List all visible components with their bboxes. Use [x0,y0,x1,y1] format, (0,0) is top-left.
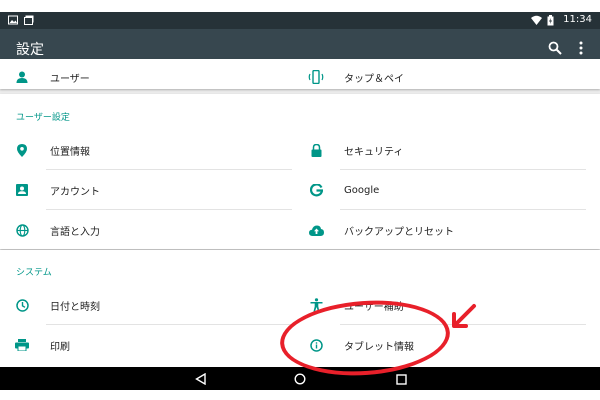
settings-item-backup-reset[interactable]: バックアップとリセット [294,210,586,250]
search-icon[interactable] [545,38,565,58]
settings-item-label: バックアップとリセット [344,226,454,238]
settings-item-label: 言語と入力 [50,226,100,238]
settings-item-language[interactable]: 言語と入力 [0,210,292,250]
battery-icon [547,15,557,26]
screen: 11:34 設定 ユーザー タップ＆ペイ ユーザー設定 位置情報 セキュリティ … [0,12,600,390]
page-title: 設定 [16,42,44,58]
photos-icon [24,15,34,25]
wifi-icon [531,15,543,25]
settings-item-printing[interactable]: 印刷 [0,325,292,365]
settings-item-location[interactable]: 位置情報 [0,130,292,170]
settings-item-label: タップ＆ペイ [344,73,404,85]
person-icon [14,69,30,85]
settings-item-user[interactable]: ユーザー [0,57,300,97]
status-bar: 11:34 [0,12,600,29]
tap-pay-icon [308,69,324,85]
settings-item-account[interactable]: アカウント [0,170,292,210]
settings-item-label: アカウント [50,186,100,198]
settings-item-google[interactable]: Google [294,170,586,210]
section-header: システム [16,268,52,278]
annotation-arrow-icon [452,304,476,328]
settings-item-date-time[interactable]: 日付と時刻 [0,285,292,325]
account-box-icon [14,182,30,198]
navigation-bar [0,367,600,390]
globe-icon [14,222,30,238]
clock-time: 11:34 [563,14,592,25]
image-icon [8,15,18,25]
home-icon[interactable] [292,371,308,387]
user-settings-card: ユーザー設定 位置情報 セキュリティ アカウント Google 言語と入力 バッ… [0,94,600,249]
recents-icon[interactable] [393,371,409,387]
settings-item-label: セキュリティ [344,146,404,158]
cloud-upload-icon [308,222,324,238]
settings-item-label: 位置情報 [50,146,90,158]
settings-item-label: 印刷 [50,341,70,353]
location-icon [14,142,30,158]
section-header: ユーザー設定 [16,113,70,123]
lock-icon [308,142,324,158]
settings-item-label: 日付と時刻 [50,301,100,313]
print-icon [14,337,30,353]
settings-item-label: Google [344,184,380,196]
settings-item-label: ユーザー [50,73,90,85]
back-icon[interactable] [192,371,208,387]
users-card: ユーザー タップ＆ペイ [0,59,600,89]
clock-icon [14,297,30,313]
google-icon [308,182,324,198]
more-vert-icon[interactable] [571,38,591,58]
settings-item-security[interactable]: セキュリティ [294,130,586,170]
settings-item-tap-pay[interactable]: タップ＆ペイ [294,57,594,97]
